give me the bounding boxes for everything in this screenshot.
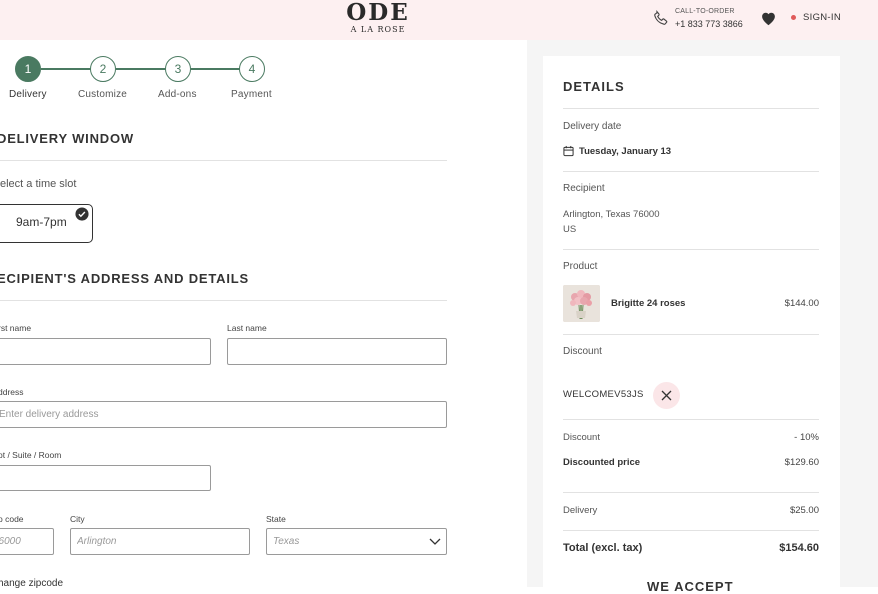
- state-label: State: [266, 514, 286, 524]
- time-slot-prompt: elect a time slot: [0, 178, 77, 190]
- heart-icon[interactable]: [760, 10, 777, 26]
- zip-label: p code: [0, 514, 24, 524]
- logo-sub-text: A LA ROSE: [350, 25, 406, 34]
- discount-line-value: - 10%: [794, 432, 819, 443]
- close-icon: [661, 390, 672, 401]
- apt-label: pt / Suite / Room: [0, 450, 62, 460]
- city-label: City: [70, 514, 85, 524]
- step-2-circle[interactable]: 2: [90, 56, 116, 82]
- city-field[interactable]: [70, 528, 250, 555]
- total-value: $154.60: [779, 542, 819, 554]
- discount-line-label: Discount: [563, 432, 600, 443]
- divider: [0, 160, 447, 161]
- step-4-label: Payment: [231, 89, 272, 100]
- recipient-title: ECIPIENT'S ADDRESS AND DETAILS: [0, 271, 249, 286]
- first-name-field[interactable]: [0, 338, 211, 365]
- check-circle-icon: [75, 207, 89, 221]
- discount-code: WELCOMEV53JS: [563, 389, 644, 400]
- divider: [563, 334, 819, 335]
- calendar-icon: [563, 145, 574, 157]
- divider: [563, 492, 819, 493]
- zip-field[interactable]: [0, 528, 54, 555]
- apt-field[interactable]: [0, 465, 211, 491]
- remove-discount-button[interactable]: [653, 382, 680, 409]
- recipient-country: US: [563, 224, 577, 235]
- step-1-circle[interactable]: 1: [15, 56, 41, 82]
- delivery-window-title: DELIVERY WINDOW: [0, 131, 134, 146]
- divider: [563, 171, 819, 172]
- total-label: Total (excl. tax): [563, 542, 643, 554]
- chevron-down-icon: [429, 538, 441, 545]
- recipient-label: Recipient: [563, 183, 605, 194]
- divider: [563, 530, 819, 531]
- delivery-fee-value: $25.00: [789, 505, 819, 516]
- address-label: ddress: [0, 387, 24, 397]
- divider: [0, 300, 447, 301]
- delivery-fee-label: Delivery: [563, 505, 598, 516]
- divider: [563, 419, 819, 420]
- divider: [563, 108, 819, 109]
- product-name: Brigitte 24 roses: [611, 298, 686, 309]
- signin-status-dot: [791, 15, 796, 20]
- details-title: DETAILS: [563, 79, 625, 94]
- discounted-price-value: $129.60: [784, 457, 819, 468]
- step-3-circle[interactable]: 3: [165, 56, 191, 82]
- product-price: $144.00: [784, 298, 819, 309]
- step-4-circle[interactable]: 4: [239, 56, 265, 82]
- recipient-city: Arlington, Texas 76000: [563, 209, 660, 220]
- first-name-label: rst name: [0, 323, 32, 333]
- step-3-label: Add-ons: [158, 89, 197, 100]
- state-select[interactable]: Texas: [266, 528, 447, 555]
- stepper-connector: [191, 68, 240, 70]
- call-to-order-label: CALL-TO-ORDER: [675, 8, 735, 15]
- stepper-connector: [41, 68, 91, 70]
- time-slot-label: 9am-7pm: [16, 215, 67, 229]
- product-thumbnail: [563, 285, 600, 322]
- discounted-price-label: Discounted price: [563, 457, 641, 468]
- discount-label: Discount: [563, 346, 602, 357]
- divider: [563, 249, 819, 250]
- logo-main-text: ODE: [346, 0, 410, 26]
- site-header: ODE A LA ROSE CALL-TO-ORDER +1 833 773 3…: [0, 0, 878, 40]
- delivery-date-label: Delivery date: [563, 121, 622, 132]
- time-slot-option[interactable]: 9am-7pm: [0, 204, 93, 243]
- logo[interactable]: ODE A LA ROSE: [340, 0, 416, 40]
- step-2-label: Customize: [78, 89, 128, 100]
- address-field[interactable]: [0, 401, 447, 428]
- last-name-label: Last name: [227, 323, 267, 333]
- last-name-field[interactable]: [227, 338, 447, 365]
- phone-icon[interactable]: [652, 9, 670, 27]
- delivery-date-value: Tuesday, January 13: [579, 146, 672, 157]
- product-label: Product: [563, 261, 598, 272]
- change-zipcode-link[interactable]: hange zipcode: [0, 578, 63, 589]
- signin-link[interactable]: SIGN-IN: [803, 12, 841, 23]
- call-number[interactable]: +1 833 773 3866: [675, 19, 743, 29]
- step-1-label: Delivery: [9, 89, 47, 100]
- stepper-connector: [116, 68, 166, 70]
